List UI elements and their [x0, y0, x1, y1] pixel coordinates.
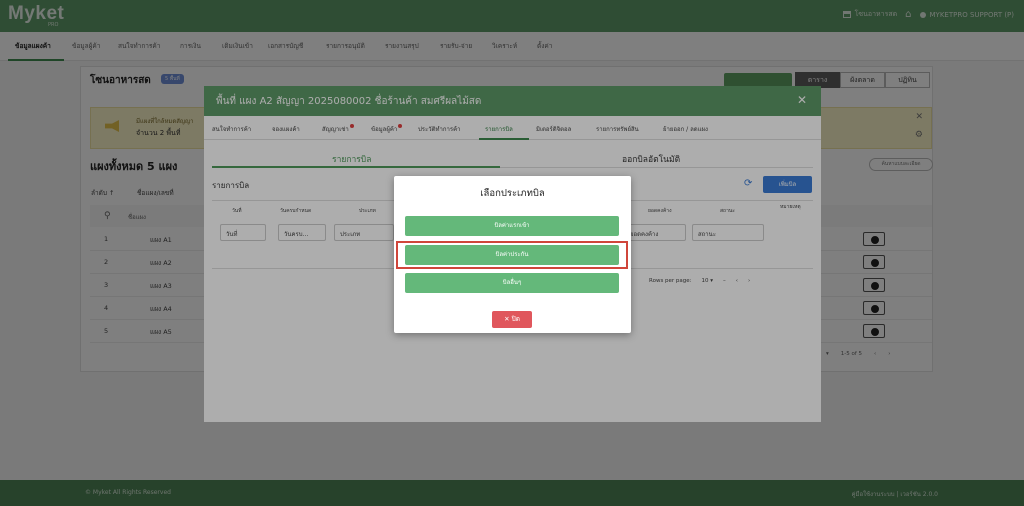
close-dialog-label: ปิด	[511, 315, 520, 323]
bill-type-dialog-title: เลือกประเภทบิล	[480, 188, 545, 199]
close-dialog-button[interactable]: ✕ ปิด	[492, 311, 532, 328]
bill-type-entry-fee-button[interactable]: บิลค่าแรกเข้า	[405, 216, 619, 236]
highlight-box	[396, 241, 628, 269]
close-icon: ✕	[504, 315, 512, 323]
bill-type-other-button[interactable]: บิลอื่นๆ	[405, 273, 619, 293]
